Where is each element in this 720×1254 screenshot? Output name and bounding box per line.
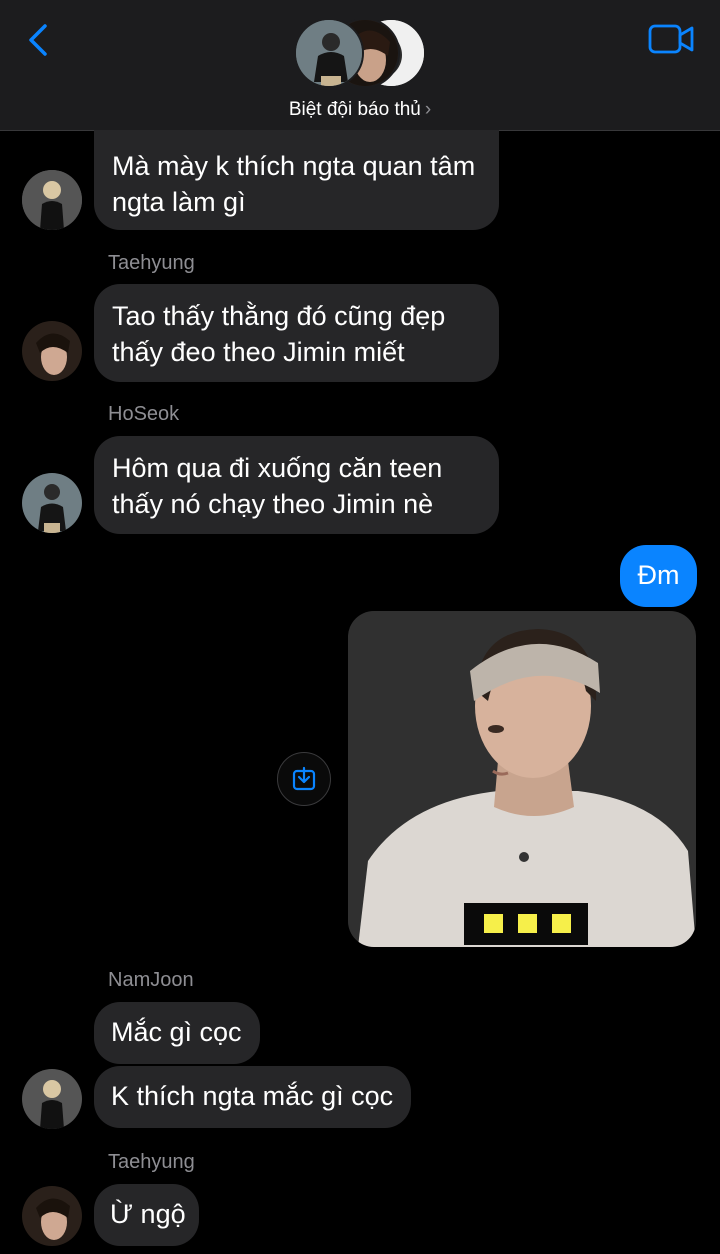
chevron-left-icon[interactable] [20, 20, 60, 60]
outgoing-message-bubble[interactable]: Đm [620, 545, 697, 607]
message-bubble[interactable]: K thích ngta mắc gì cọc [94, 1066, 411, 1128]
message-text-line: ngta làm gì [112, 187, 246, 217]
avatar[interactable] [22, 473, 82, 533]
message-text-line: Đm [637, 560, 680, 590]
message-text-line: thấy nó chạy theo Jimin nè [112, 489, 434, 519]
sender-name: Taehyung [108, 1151, 195, 1173]
message-text-line: thấy đeo theo Jimin miết [112, 337, 405, 367]
message-text-line: K thích ngta mắc gì cọc [111, 1081, 394, 1111]
group-name[interactable]: Biệt đội báo thủ [289, 99, 421, 120]
message-text-line: Tao thấy thằng đó cũng đẹp [112, 301, 446, 331]
conversation-header: Biệt đội báo thủ › [0, 0, 720, 131]
message-text-line: Ừ ngộ [110, 1199, 186, 1229]
avatar[interactable] [22, 321, 82, 381]
group-title[interactable]: Biệt đội báo thủ › [0, 99, 720, 121]
message-bubble[interactable]: Tao thấy thằng đó cũng đẹp thấy đeo theo… [94, 284, 499, 382]
avatar[interactable] [22, 1186, 82, 1246]
message-text-line: Mắc gì cọc [111, 1017, 242, 1047]
sender-name: NamJoon [108, 969, 194, 991]
download-icon [292, 766, 316, 791]
message-text-line: Mà mày k thích ngta quan tâm [112, 151, 476, 181]
message-bubble[interactable]: Mà mày k thích ngta quan tâm ngta làm gì [94, 130, 499, 230]
group-avatar-stack[interactable] [294, 18, 426, 90]
back-button[interactable] [20, 20, 60, 60]
group-avatar [294, 18, 364, 88]
video-call-button[interactable] [648, 22, 696, 56]
chevron-right-icon: › [424, 99, 432, 120]
avatar[interactable] [22, 1069, 82, 1129]
video-camera-icon[interactable] [648, 22, 696, 56]
message-bubble[interactable]: Ừ ngộ [94, 1184, 199, 1246]
message-bubble[interactable]: Mắc gì cọc [94, 1002, 260, 1064]
message-photo[interactable] [348, 611, 696, 947]
sender-name: Taehyung [108, 252, 195, 274]
message-text-line: Hôm qua đi xuống căn teen [112, 453, 443, 483]
save-photo-button[interactable] [277, 752, 331, 806]
message-bubble[interactable]: Hôm qua đi xuống căn teen thấy nó chạy t… [94, 436, 499, 534]
avatar[interactable] [22, 170, 82, 230]
sender-name: HoSeok [108, 403, 180, 425]
